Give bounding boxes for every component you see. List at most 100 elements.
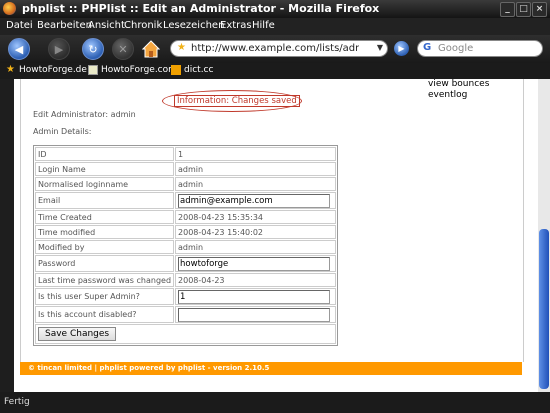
password-field[interactable] bbox=[178, 256, 331, 271]
close-button[interactable]: × bbox=[532, 2, 547, 17]
url-dropdown-icon[interactable]: ▼ bbox=[377, 43, 383, 52]
go-button[interactable]: ▶ bbox=[394, 41, 409, 56]
field-cell bbox=[175, 255, 337, 272]
menu-extras[interactable]: Extras bbox=[220, 20, 252, 31]
info-message: Information: Changes saved bbox=[174, 95, 300, 107]
field-label: Normalised loginname bbox=[35, 177, 175, 191]
field-label: Last time password was changed bbox=[35, 273, 175, 287]
table-row: Modified by admin bbox=[35, 240, 337, 254]
table-row: Time Created 2008-04-23 15:35:34 bbox=[35, 210, 337, 224]
reload-button[interactable]: ↻ bbox=[82, 38, 104, 60]
page-body: view bounces eventlog Information: Chang… bbox=[14, 79, 538, 392]
menu-ansicht[interactable]: Ansicht bbox=[88, 20, 125, 31]
vertical-scrollbar[interactable] bbox=[538, 79, 550, 392]
table-row: Time modified 2008-04-23 15:40:02 bbox=[35, 225, 337, 239]
maximize-button[interactable]: □ bbox=[516, 2, 531, 17]
bookmark-label: dict.cc bbox=[184, 65, 214, 75]
menu-chronik[interactable]: Chronik bbox=[124, 20, 162, 31]
menu-link-eventlog[interactable]: eventlog bbox=[428, 90, 518, 101]
bookmark-howtoforge-de[interactable]: ★ HowtoForge.de bbox=[6, 64, 87, 76]
minimize-button[interactable]: _ bbox=[500, 2, 515, 17]
footer-text: © tincan limited | phplist powered by ph… bbox=[28, 364, 270, 372]
window-title: phplist :: PHPlist :: Edit an Administra… bbox=[22, 2, 380, 15]
table-row: Last time password was changed 2008-04-2… bbox=[35, 273, 337, 287]
scrollbar-thumb[interactable] bbox=[539, 229, 549, 389]
dictcc-icon bbox=[171, 65, 181, 75]
table-row: Password bbox=[35, 255, 337, 272]
field-label: Is this user Super Admin? bbox=[35, 288, 175, 305]
left-edge bbox=[0, 79, 14, 392]
menu-hilfe[interactable]: Hilfe bbox=[252, 20, 275, 31]
field-value: admin bbox=[175, 240, 337, 254]
menu-lesezeichen[interactable]: Lesezeichen bbox=[163, 20, 224, 31]
save-changes-button[interactable]: Save Changes bbox=[38, 327, 117, 341]
field-value: 2008-04-23 15:40:02 bbox=[175, 225, 337, 239]
field-value: admin bbox=[175, 162, 337, 176]
bookmarks-toolbar: ★ HowtoForge.de HowtoForge.com dict.cc bbox=[0, 63, 550, 79]
bookmark-howtoforge-com[interactable]: HowtoForge.com bbox=[88, 65, 177, 75]
back-button[interactable]: ◀ bbox=[8, 38, 30, 60]
field-cell bbox=[175, 306, 337, 323]
bookmark-label: HowtoForge.de bbox=[19, 65, 87, 75]
page-viewport: view bounces eventlog Information: Chang… bbox=[0, 79, 538, 392]
field-label: Email bbox=[35, 192, 175, 209]
firefox-icon bbox=[3, 2, 16, 15]
table-row: Normalised loginname admin bbox=[35, 177, 337, 191]
menu-bearbeiten[interactable]: Bearbeiten bbox=[37, 20, 92, 31]
email-field[interactable] bbox=[178, 193, 331, 208]
super-admin-field[interactable] bbox=[178, 289, 331, 304]
bookmark-star-icon[interactable]: ★ bbox=[177, 42, 186, 53]
search-placeholder[interactable]: Google bbox=[438, 43, 473, 54]
field-label: Login Name bbox=[35, 162, 175, 176]
button-cell: Save Changes bbox=[35, 324, 337, 344]
admin-side-menu: view bounces eventlog bbox=[428, 79, 518, 105]
page-footer: © tincan limited | phplist powered by ph… bbox=[20, 362, 522, 375]
admin-details-label: Admin Details: bbox=[33, 127, 92, 136]
url-text[interactable]: http://www.example.com/lists/admin/?page… bbox=[191, 43, 359, 54]
field-cell bbox=[175, 192, 337, 209]
table-row: Email bbox=[35, 192, 337, 209]
back-arrow-icon: ◀ bbox=[14, 42, 24, 56]
menu-bar: Datei Bearbeiten Ansicht Chronik Lesezei… bbox=[0, 18, 550, 35]
info-highlight: Information: Changes saved bbox=[162, 90, 302, 112]
field-label: Modified by bbox=[35, 240, 175, 254]
stop-button[interactable]: ✕ bbox=[112, 38, 134, 60]
google-icon[interactable]: G bbox=[423, 42, 431, 53]
field-label: Time Created bbox=[35, 210, 175, 224]
forward-arrow-icon: ▶ bbox=[54, 42, 64, 56]
stop-icon: ✕ bbox=[118, 42, 128, 56]
field-label: Password bbox=[35, 255, 175, 272]
account-disabled-field[interactable] bbox=[178, 307, 331, 322]
home-icon bbox=[142, 40, 160, 58]
navigation-toolbar: ◀ ▶ ↻ ✕ ★ http://www.example.com/lists/a… bbox=[0, 35, 550, 63]
field-value: 1 bbox=[175, 147, 337, 161]
field-value: admin bbox=[175, 177, 337, 191]
forward-button[interactable]: ▶ bbox=[48, 38, 70, 60]
search-box[interactable]: G Google bbox=[417, 40, 543, 57]
status-text: Fertig bbox=[4, 397, 30, 407]
field-cell bbox=[175, 288, 337, 305]
field-value: 2008-04-23 bbox=[175, 273, 337, 287]
table-row: Save Changes bbox=[35, 324, 337, 344]
table-row: Login Name admin bbox=[35, 162, 337, 176]
star-icon: ★ bbox=[6, 64, 15, 75]
status-bar: Fertig bbox=[0, 392, 550, 413]
field-label: Is this account disabled? bbox=[35, 306, 175, 323]
reload-icon: ↻ bbox=[88, 42, 98, 56]
bookmark-label: HowtoForge.com bbox=[101, 65, 177, 75]
table-row: Is this user Super Admin? bbox=[35, 288, 337, 305]
field-value: 2008-04-23 15:35:34 bbox=[175, 210, 337, 224]
bookmark-dict-cc[interactable]: dict.cc bbox=[171, 65, 213, 75]
admin-details-table: ID 1 Login Name admin Normalised loginna… bbox=[33, 145, 339, 346]
field-label: Time modified bbox=[35, 225, 175, 239]
edit-admin-heading: Edit Administrator: admin bbox=[33, 110, 136, 119]
home-button[interactable] bbox=[140, 38, 162, 60]
url-bar[interactable]: ★ http://www.example.com/lists/admin/?pa… bbox=[170, 40, 388, 57]
table-row: ID 1 bbox=[35, 147, 337, 161]
table-row: Is this account disabled? bbox=[35, 306, 337, 323]
title-bar: phplist :: PHPlist :: Edit an Administra… bbox=[0, 0, 550, 18]
menu-link-view-bounces[interactable]: view bounces bbox=[428, 79, 518, 90]
howtoforge-icon bbox=[88, 65, 98, 75]
field-label: ID bbox=[35, 147, 175, 161]
menu-datei[interactable]: Datei bbox=[6, 20, 33, 31]
